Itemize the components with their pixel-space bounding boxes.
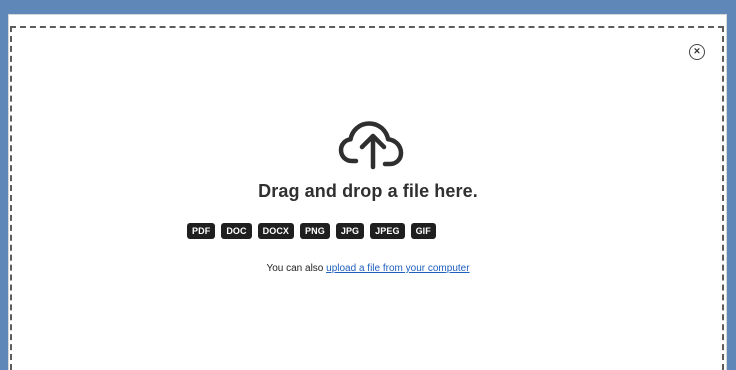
file-type-badge: PDF xyxy=(187,223,216,239)
file-type-badge: PNG xyxy=(300,223,330,239)
upload-helper-text: You can also upload a file from your com… xyxy=(0,263,736,274)
file-type-list: PDF DOC DOCX PNG JPG JPEG GIF xyxy=(187,223,436,239)
file-type-badge: DOC xyxy=(221,223,252,239)
file-type-badge: JPEG xyxy=(370,223,405,239)
file-type-badge: DOCX xyxy=(257,223,295,239)
file-type-badge: JPG xyxy=(335,223,365,239)
upload-title: Drag and drop a file here. xyxy=(258,181,478,201)
cloud-upload-icon xyxy=(338,121,404,170)
upload-from-computer-link[interactable]: upload a file from your computer xyxy=(326,263,469,274)
close-button[interactable]: × xyxy=(689,44,705,60)
window-frame: × Drag and drop a file here. PDF DOC DOCX P… xyxy=(0,0,736,370)
close-icon: × xyxy=(693,45,701,57)
helper-prefix: You can also xyxy=(266,263,327,274)
file-type-badge: GIF xyxy=(410,223,436,239)
